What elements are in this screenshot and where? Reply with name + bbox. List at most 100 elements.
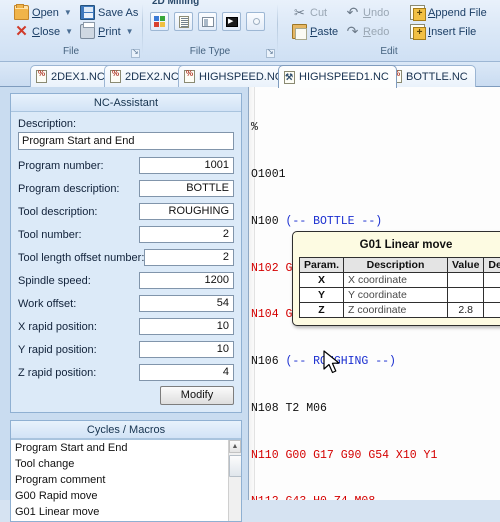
file-dialog-launcher[interactable] bbox=[131, 49, 140, 58]
file-type-dialog-launcher[interactable] bbox=[266, 49, 275, 58]
color-blocks-icon bbox=[154, 16, 159, 21]
field-row-program-description: Program description: BOTTLE bbox=[18, 179, 234, 198]
cut-button-label: Cut bbox=[310, 7, 327, 19]
list-item[interactable]: G01 Linear move bbox=[11, 504, 241, 520]
tool-length-offset-input[interactable]: 2 bbox=[144, 249, 234, 266]
list-item[interactable]: Program Start and End bbox=[11, 440, 241, 456]
program-number-input[interactable]: 1001 bbox=[139, 157, 234, 174]
append-file-button[interactable]: Append File bbox=[408, 3, 489, 22]
field-label: Y rapid position: bbox=[18, 344, 139, 356]
save-as-button[interactable]: Save As bbox=[78, 3, 140, 22]
folder-open-icon bbox=[14, 5, 29, 20]
field-label: Tool number: bbox=[18, 229, 139, 241]
param-name: X bbox=[300, 273, 344, 288]
list-item[interactable]: G02 Circular in bbox=[11, 520, 241, 521]
description-input[interactable]: Program Start and End bbox=[18, 132, 234, 150]
list-lines-icon bbox=[179, 16, 189, 28]
field-label: Program number: bbox=[18, 160, 139, 172]
cut-button[interactable]: ✂ Cut bbox=[290, 3, 329, 22]
document-tab-label: HIGHSPEED.NC bbox=[199, 71, 283, 83]
code-line[interactable]: N106 (-- ROUGHING --) bbox=[251, 354, 437, 370]
param-default bbox=[484, 273, 500, 288]
nc-file-icon bbox=[36, 70, 47, 83]
x-rapid-position-input[interactable]: 10 bbox=[139, 318, 234, 335]
field-label: Work offset: bbox=[18, 298, 139, 310]
document-tab-bottle[interactable]: BOTTLE.NC bbox=[385, 65, 476, 87]
ribbon-group-file-type-title: File Type bbox=[143, 45, 277, 59]
field-label: Spindle speed: bbox=[18, 275, 139, 287]
scissors-icon: ✂ bbox=[292, 5, 307, 20]
param-name: Y bbox=[300, 288, 344, 303]
scroll-up-arrow-icon[interactable]: ▲ bbox=[229, 440, 241, 453]
field-row-tool-length-offset: Tool length offset number: 2 bbox=[18, 248, 234, 267]
column-header-description: Description bbox=[344, 258, 448, 273]
field-label: Program description: bbox=[18, 183, 139, 195]
file-type-button-color-blocks[interactable] bbox=[150, 12, 169, 31]
code-line[interactable]: N110 G00 G17 G90 G54 X10 Y1 bbox=[251, 448, 437, 464]
list-item[interactable]: Tool change bbox=[11, 456, 241, 472]
spindle-speed-input[interactable]: 1200 bbox=[139, 272, 234, 289]
file-type-button-circle[interactable] bbox=[246, 12, 265, 31]
cycles-macros-card: Cycles / Macros Program Start and End To… bbox=[10, 420, 242, 522]
open-button[interactable]: Open ▼ bbox=[12, 3, 74, 22]
document-tab-2dex1[interactable]: 2DEX1.NC bbox=[30, 65, 113, 87]
paste-button[interactable]: Paste bbox=[290, 22, 340, 41]
file-type-button-pane[interactable] bbox=[198, 12, 217, 31]
cycles-macros-list[interactable]: Program Start and End Tool change Progra… bbox=[11, 439, 241, 521]
document-tab-label: HIGHSPEED1.NC bbox=[299, 71, 389, 83]
param-name: Z bbox=[300, 303, 344, 318]
undo-arrow-icon: ↶ bbox=[345, 5, 360, 20]
param-description: Z coordinate bbox=[344, 303, 448, 318]
circle-icon bbox=[253, 18, 260, 25]
document-tab-2dex2[interactable]: 2DEX2.NC bbox=[104, 65, 187, 87]
cycles-macros-scrollbar[interactable]: ▲ bbox=[228, 440, 241, 521]
ribbon-group-file: Open ▼ Save As ✕ Close ▼ Print ▼ bbox=[0, 0, 142, 60]
file-type-button-list[interactable] bbox=[174, 12, 193, 31]
open-dropdown-arrow[interactable]: ▼ bbox=[64, 8, 72, 17]
table-row: Z Z coordinate 2.8 bbox=[300, 303, 500, 318]
code-line[interactable]: N100 (-- BOTTLE --) bbox=[251, 214, 437, 230]
close-button[interactable]: ✕ Close ▼ bbox=[12, 22, 75, 41]
modify-button[interactable]: Modify bbox=[160, 386, 234, 405]
document-plus-icon-2 bbox=[410, 24, 425, 39]
field-row-program-number: Program number: 1001 bbox=[18, 156, 234, 175]
code-line[interactable]: % bbox=[251, 120, 437, 136]
code-line[interactable]: N112 G43 H0 Z4 M08 bbox=[251, 494, 437, 500]
tool-number-input[interactable]: 2 bbox=[139, 226, 234, 243]
program-description-input[interactable]: BOTTLE bbox=[139, 180, 234, 197]
document-tab-strip: 2DEX1.NC 2DEX2.NC HIGHSPEED.NC HIGHSPEED… bbox=[0, 62, 500, 87]
mouse-cursor-icon bbox=[322, 350, 344, 376]
close-dropdown-arrow[interactable]: ▼ bbox=[65, 27, 73, 36]
document-tab-label: BOTTLE.NC bbox=[406, 71, 468, 83]
field-row-tool-number: Tool number: 2 bbox=[18, 225, 234, 244]
parameter-tooltip: G01 Linear move Param. Description Value… bbox=[292, 231, 500, 326]
list-item[interactable]: G00 Rapid move bbox=[11, 488, 241, 504]
list-item[interactable]: Program comment bbox=[11, 472, 241, 488]
file-type-button-console[interactable] bbox=[222, 12, 241, 31]
param-value: 2.8 bbox=[447, 303, 483, 318]
red-x-icon: ✕ bbox=[14, 24, 29, 39]
nc-assistant-card: NC-Assistant Description: Program Start … bbox=[10, 93, 242, 413]
param-default bbox=[484, 288, 500, 303]
application-window: 2D Milling Open ▼ Save As ✕ Close ▼ bbox=[0, 0, 500, 500]
scrollbar-thumb[interactable] bbox=[229, 455, 241, 477]
print-dropdown-arrow[interactable]: ▼ bbox=[126, 27, 134, 36]
nc-assistant-title: NC-Assistant bbox=[11, 94, 241, 112]
field-row-z-rapid: Z rapid position: 4 bbox=[18, 363, 234, 382]
clipboard-icon bbox=[292, 24, 307, 39]
code-line[interactable]: O1001 bbox=[251, 167, 437, 183]
y-rapid-position-input[interactable]: 10 bbox=[139, 341, 234, 358]
tool-description-input[interactable]: ROUGHING bbox=[139, 203, 234, 220]
insert-file-button[interactable]: Insert File bbox=[408, 22, 478, 41]
redo-button[interactable]: ↷ Redo bbox=[343, 22, 391, 41]
undo-button[interactable]: ↶ Undo bbox=[343, 3, 391, 22]
document-tab-highspeed1[interactable]: HIGHSPEED1.NC bbox=[278, 65, 397, 88]
print-button[interactable]: Print ▼ bbox=[78, 22, 136, 41]
field-row-work-offset: Work offset: 54 bbox=[18, 294, 234, 313]
description-label: Description: bbox=[18, 118, 234, 130]
code-line[interactable]: N108 T2 M06 bbox=[251, 401, 437, 417]
document-tab-label: 2DEX1.NC bbox=[51, 71, 105, 83]
work-offset-input[interactable]: 54 bbox=[139, 295, 234, 312]
z-rapid-position-input[interactable]: 4 bbox=[139, 364, 234, 381]
document-tab-highspeed[interactable]: HIGHSPEED.NC bbox=[178, 65, 291, 87]
